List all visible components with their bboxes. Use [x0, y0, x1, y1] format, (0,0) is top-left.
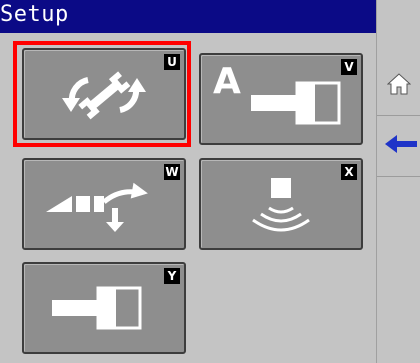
key-label-y: Y — [164, 268, 180, 284]
implement-lower-button[interactable]: W — [22, 158, 186, 250]
implement-lower-icon — [46, 182, 148, 232]
auto-letter: A — [213, 61, 241, 102]
home-softkey[interactable] — [377, 55, 420, 116]
key-label-w: W — [164, 164, 180, 180]
setup-tools-button[interactable]: U — [22, 48, 186, 140]
back-arrow-icon — [385, 135, 417, 153]
cylinder-icon — [52, 286, 142, 330]
key-label-v: V — [341, 59, 357, 75]
auto-cylinder-icon — [251, 81, 341, 125]
auto-cylinder-button[interactable]: V A — [199, 53, 363, 145]
wrench-refresh-icon — [62, 71, 146, 120]
key-label-u: U — [164, 54, 180, 70]
setup-screen: Setup U V A W X Y — [0, 0, 376, 363]
home-icon — [387, 73, 411, 95]
sensor-button[interactable]: X — [199, 158, 363, 250]
key-label-x: X — [341, 164, 357, 180]
softkey-bar — [376, 0, 420, 363]
back-softkey[interactable] — [377, 116, 420, 177]
cylinder-button[interactable]: Y — [22, 262, 186, 354]
title-bar: Setup — [0, 0, 376, 33]
sensor-waves-icon — [252, 178, 310, 232]
page-title: Setup — [0, 2, 69, 27]
